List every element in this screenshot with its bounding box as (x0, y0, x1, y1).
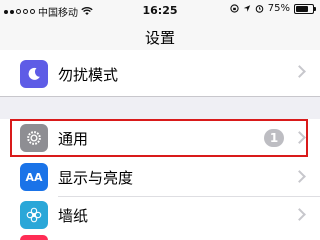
navigation-bar: 设置 (0, 20, 320, 51)
row-label: 墙纸 (58, 207, 89, 225)
row-display-brightness[interactable]: AA 显示与亮度 (0, 157, 320, 197)
alarm-icon (255, 5, 264, 13)
battery-fill (296, 5, 308, 12)
lock-rotation-icon (230, 4, 239, 13)
status-right: 75% (230, 3, 316, 14)
battery-icon (294, 3, 316, 14)
status-bar: 中国移动 16:25 75% (0, 0, 320, 20)
chevron-right-icon (293, 65, 306, 78)
row-do-not-disturb[interactable]: 勿扰模式 (0, 50, 320, 96)
pink-app-icon (20, 235, 48, 240)
section-spacer (0, 96, 320, 120)
page-title: 设置 (144, 29, 175, 47)
chevron-right-icon (293, 170, 306, 183)
location-icon (243, 5, 250, 12)
row-label: 显示与亮度 (58, 169, 134, 187)
flower-icon (20, 201, 48, 229)
text-size-icon: AA (20, 163, 48, 191)
row-wallpaper[interactable]: 墙纸 (0, 197, 320, 233)
moon-icon (20, 60, 48, 88)
row-label: 勿扰模式 (58, 66, 119, 84)
highlight-box (10, 119, 308, 157)
chevron-right-icon (293, 208, 306, 221)
battery-percent: 75% (267, 3, 290, 14)
settings-screen: 中国移动 16:25 75% 设置 勿扰模式 通用 1 AA 显示与亮度 墙纸 (0, 0, 320, 240)
row-partial[interactable] (0, 233, 320, 240)
